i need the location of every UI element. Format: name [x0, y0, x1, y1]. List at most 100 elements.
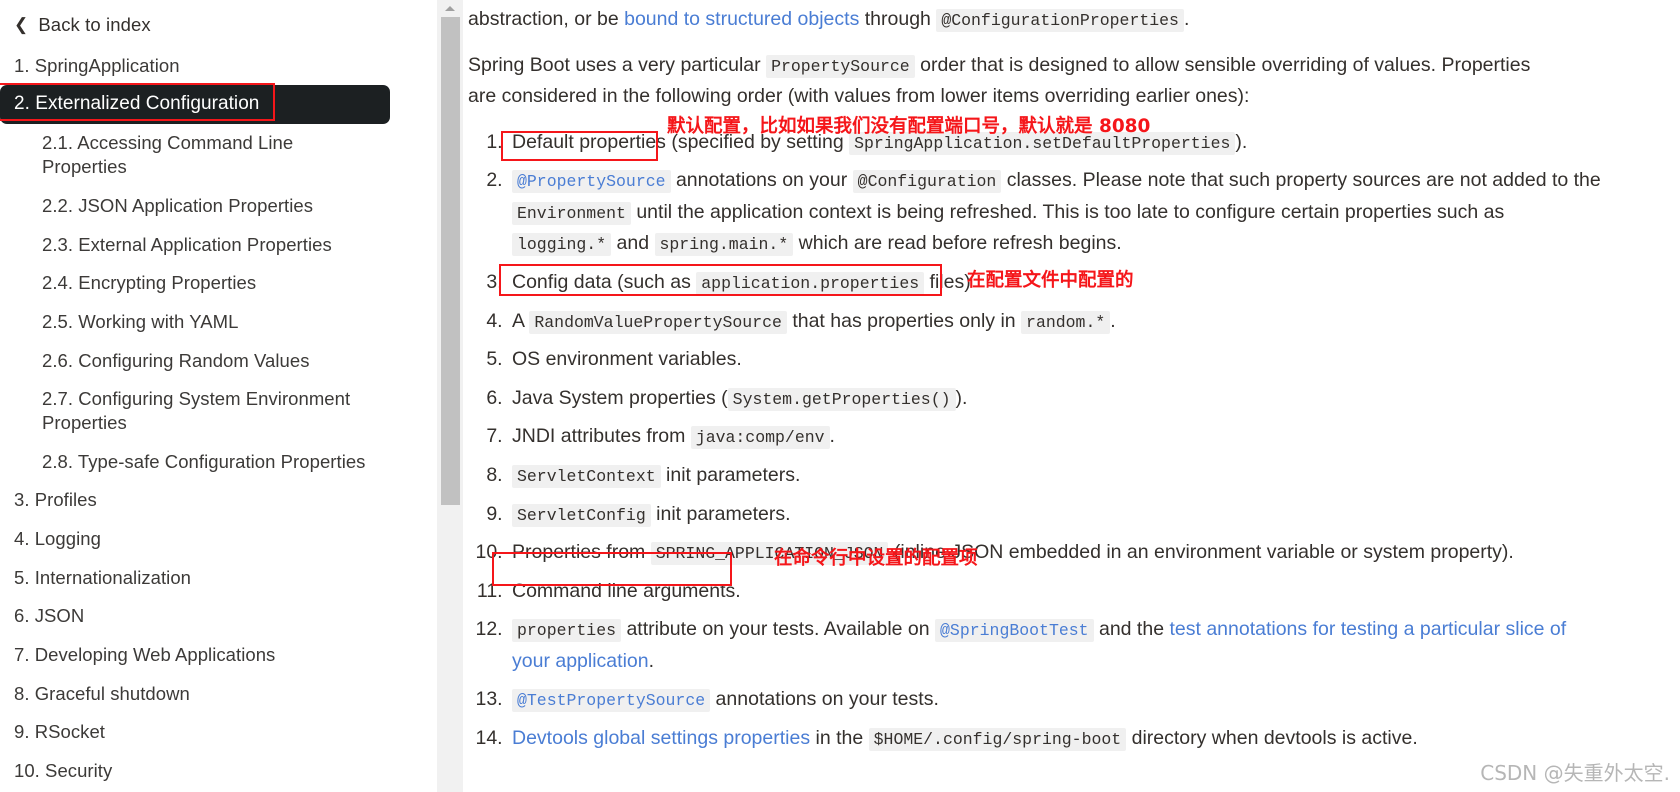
- inline-text: init parameters.: [660, 463, 801, 486]
- inline-text: annotations on your tests.: [710, 688, 939, 711]
- para1-text-1: abstraction, or be: [468, 8, 625, 30]
- inline-text: .: [648, 649, 655, 672]
- inline-text: and the: [1093, 618, 1170, 641]
- property-source-item-2: @PropertySource annotations on your @Con…: [508, 165, 1608, 260]
- para2-text-1: Spring Boot uses a very particular: [468, 53, 767, 76]
- code-literal-link[interactable]: @TestPropertySource: [512, 689, 711, 713]
- inline-link[interactable]: Devtools global settings properties: [512, 727, 810, 749]
- csdn-watermark: CSDN @失重外太空.: [1480, 761, 1670, 785]
- inline-text: Config data (such as: [512, 271, 697, 294]
- property-source-item-10: Properties from SPRING_APPLICATION_JSON …: [508, 537, 1608, 569]
- sidebar-item-9-rsocket[interactable]: 9. RSocket: [0, 713, 410, 752]
- property-source-item-8: ServletContext init parameters.: [508, 460, 1608, 492]
- sidebar-item-7-developing-web-applications[interactable]: 7. Developing Web Applications: [0, 635, 410, 674]
- sidebar-item-1-springapplication[interactable]: 1. SpringApplication: [0, 46, 410, 85]
- sidebar-item-6-json[interactable]: 6. JSON: [0, 597, 410, 636]
- property-source-item-11: Command line arguments.: [508, 576, 1608, 608]
- scrollbar-thumb[interactable]: [441, 17, 460, 505]
- code-propertysource: PropertySource: [766, 54, 915, 78]
- annotation-note-command-line: 在命令行中设置的配置项: [774, 548, 978, 569]
- sidebar-scrollbar[interactable]: [437, 0, 463, 792]
- sidebar-item-2-3[interactable]: 2.3. External Application Properties: [0, 225, 384, 264]
- inline-text: ).: [1235, 130, 1248, 153]
- inline-text: A: [512, 309, 530, 332]
- sidebar-item-2-externalized-configuration-wrap: 2. Externalized Configuration: [0, 82, 410, 124]
- inline-text: files): [924, 271, 971, 294]
- inline-text: that has properties only in: [786, 309, 1022, 332]
- inline-text: .: [829, 425, 835, 448]
- inline-text: which are read before refresh begins.: [793, 232, 1122, 255]
- inline-text: Command line arguments.: [512, 579, 741, 602]
- back-to-index-link[interactable]: ❮ Back to index: [0, 0, 410, 46]
- sidebar-item-2-6[interactable]: 2.6. Configuring Random Values: [0, 341, 384, 380]
- property-source-item-12: properties attribute on your tests. Avai…: [508, 614, 1608, 677]
- para1-text-3: .: [1183, 8, 1190, 30]
- property-source-item-7: JNDI attributes from java:comp/env.: [508, 421, 1608, 453]
- code-literal: java:comp/env: [690, 426, 830, 450]
- sidebar-item-2-externalized-configuration[interactable]: 2. Externalized Configuration: [0, 84, 390, 124]
- property-source-item-6: Java System properties (System.getProper…: [508, 383, 1608, 415]
- inline-text: annotations on your: [670, 169, 853, 192]
- inline-text: Default properties: [512, 130, 666, 153]
- code-literal: $HOME/.config/spring-boot: [868, 727, 1127, 751]
- inline-text: until the application context is being r…: [630, 200, 1505, 223]
- para1-text-2: through: [859, 8, 937, 30]
- sidebar-item-3-profiles[interactable]: 3. Profiles: [0, 481, 410, 520]
- chevron-left-icon: ❮: [14, 14, 29, 34]
- code-literal: application.properties: [696, 272, 925, 296]
- sidebar-item-4-logging[interactable]: 4. Logging: [0, 519, 410, 558]
- code-literal: logging.*: [512, 233, 612, 257]
- inline-text: and: [611, 232, 655, 255]
- inline-text: attribute on your tests. Available on: [621, 618, 936, 641]
- sidebar-item-8-graceful-shutdown[interactable]: 8. Graceful shutdown: [0, 674, 410, 713]
- sidebar-item-5-internationalization[interactable]: 5. Internationalization: [0, 558, 410, 597]
- inline-text: (inline JSON embedded in an environment …: [888, 541, 1514, 564]
- link-bound-to-structured-objects[interactable]: bound to structured objects: [624, 8, 859, 30]
- inline-text: JNDI attributes from: [512, 425, 691, 448]
- toc-list: 1. SpringApplication 2. Externalized Con…: [0, 46, 410, 792]
- main-content: abstraction, or be bound to structured o…: [463, 0, 1680, 792]
- code-literal-link[interactable]: @PropertySource: [512, 170, 671, 194]
- inline-text: directory when devtools is active.: [1126, 726, 1418, 749]
- annotation-note-config-file: 在配置文件中配置的: [967, 270, 1134, 291]
- code-literal: RandomValuePropertySource: [529, 310, 787, 334]
- annotation-note-default-properties: 默认配置，比如如果我们没有配置端口号，默认就是 8080: [667, 116, 1151, 137]
- paragraph-propertysource-order: Spring Boot uses a very particular Prope…: [468, 50, 1563, 113]
- sidebar-item-10-security[interactable]: 10. Security: [0, 751, 410, 790]
- inline-text: ).: [955, 386, 968, 409]
- code-literal: Environment: [512, 201, 631, 225]
- property-source-item-5: OS environment variables.: [508, 344, 1608, 376]
- sidebar-item-2-8[interactable]: 2.8. Type-safe Configuration Properties: [0, 442, 384, 481]
- sidebar-item-2-1[interactable]: 2.1. Accessing Command Line Properties: [0, 124, 384, 186]
- code-literal: spring.main.*: [654, 233, 794, 257]
- page-root: ❮ Back to index 1. SpringApplication 2. …: [0, 0, 1680, 792]
- inline-text: in the: [810, 726, 869, 749]
- code-literal: ServletContext: [512, 464, 661, 488]
- sidebar-item-2-7[interactable]: 2.7. Configuring System Environment Prop…: [0, 380, 384, 442]
- inline-text: init parameters.: [650, 502, 791, 525]
- sidebar-item-2-4[interactable]: 2.4. Encrypting Properties: [0, 264, 384, 303]
- sidebar: ❮ Back to index 1. SpringApplication 2. …: [0, 0, 437, 792]
- sidebar-nav: ❮ Back to index 1. SpringApplication 2. …: [0, 0, 410, 792]
- code-literal: random.*: [1021, 310, 1111, 334]
- code-literal: @Configuration: [852, 170, 1002, 194]
- code-literal-link[interactable]: @SpringBootTest: [935, 619, 1094, 643]
- code-literal: properties: [512, 619, 622, 643]
- inline-text: Properties from: [512, 541, 651, 564]
- sidebar-item-2-2[interactable]: 2.2. JSON Application Properties: [0, 186, 384, 225]
- code-literal: System.getProperties(): [727, 387, 956, 411]
- inline-text: Java System properties (: [512, 386, 728, 409]
- property-source-order-list: Default properties (specified by setting…: [468, 127, 1608, 755]
- back-to-index-label: Back to index: [38, 14, 151, 35]
- paragraph-abstraction: abstraction, or be bound to structured o…: [468, 4, 1563, 36]
- code-configurationproperties: @ConfigurationProperties: [936, 9, 1184, 32]
- property-source-item-9: ServletConfig init parameters.: [508, 499, 1608, 531]
- property-source-item-13: @TestPropertySource annotations on your …: [508, 684, 1608, 716]
- property-source-item-14: Devtools global settings properties in t…: [508, 723, 1608, 755]
- inline-text: classes. Please note that such property …: [1001, 169, 1601, 192]
- triangle-up-icon[interactable]: [437, 0, 463, 17]
- sidebar-item-2-5[interactable]: 2.5. Working with YAML: [0, 302, 384, 341]
- inline-text: .: [1110, 309, 1116, 332]
- inline-text: OS environment variables.: [512, 348, 742, 371]
- property-source-item-4: A RandomValuePropertySource that has pro…: [508, 306, 1608, 338]
